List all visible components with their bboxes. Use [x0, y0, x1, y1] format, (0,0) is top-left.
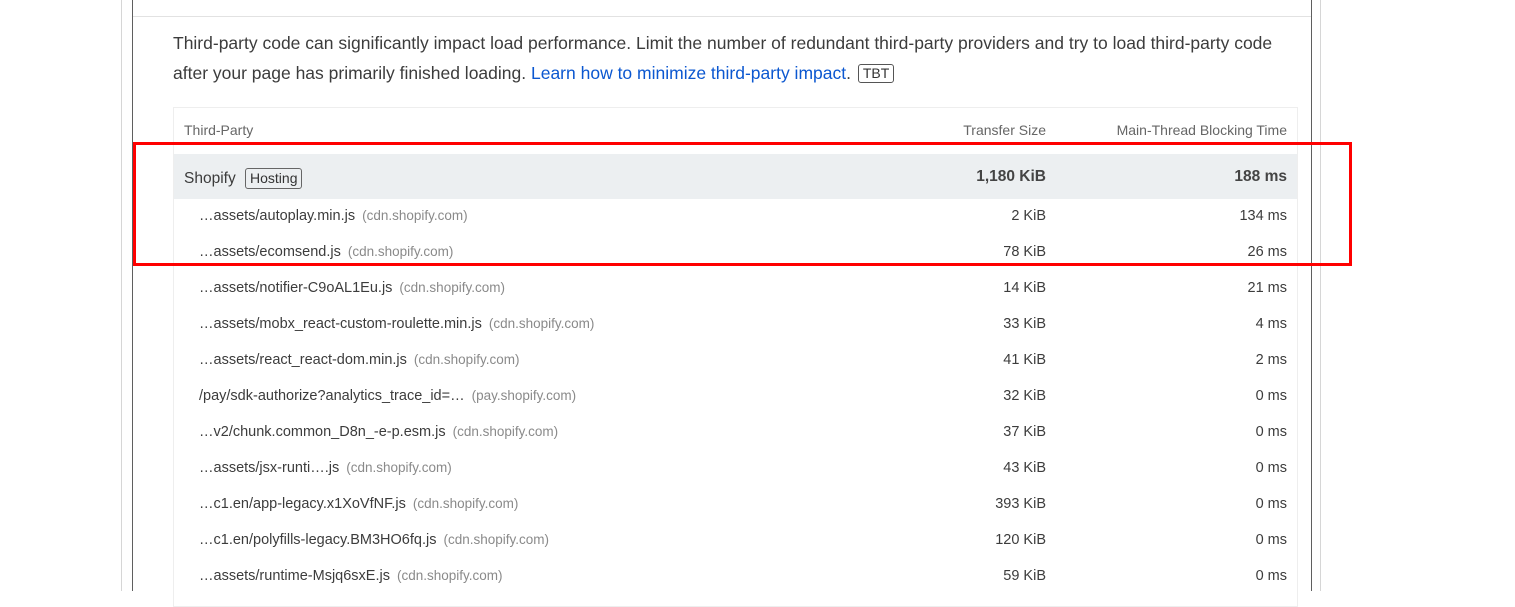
table-row[interactable]: …assets/mobx_react-custom-roulette.min.j… — [174, 307, 1297, 343]
row-blocking-time: 0 ms — [1255, 424, 1287, 440]
row-transfer-size: 59 KiB — [1003, 568, 1046, 584]
header-blocking-time: Main-Thread Blocking Time — [1116, 122, 1287, 138]
row-host: (cdn.shopify.com) — [488, 316, 595, 331]
row-url: …assets/jsx-runti….js (cdn.shopify.com) — [199, 460, 452, 476]
row-url-text: …v2/chunk.common_D8n_-e-p.esm.js — [199, 424, 446, 440]
row-host: (pay.shopify.com) — [471, 388, 577, 403]
row-blocking-time: 0 ms — [1255, 496, 1287, 512]
row-transfer-size: 33 KiB — [1003, 316, 1046, 332]
row-transfer-size: 120 KiB — [995, 532, 1046, 548]
learn-more-link[interactable]: Learn how to minimize third-party impact — [531, 63, 846, 83]
row-url: …assets/react_react-dom.min.js (cdn.shopi… — [199, 352, 519, 368]
row-transfer-size: 37 KiB — [1003, 424, 1046, 440]
panel-divider — [133, 16, 1311, 17]
row-url: …assets/ecomsend.js (cdn.shopify.com) — [199, 244, 453, 260]
row-host: (cdn.shopify.com) — [413, 352, 520, 367]
group-blocking-time: 188 ms — [1234, 168, 1287, 185]
row-host: (cdn.shopify.com) — [346, 460, 452, 475]
group-name: Shopify Hosting — [184, 168, 303, 189]
audit-description: Third-party code can significantly impac… — [173, 28, 1283, 88]
row-host: (cdn.shopify.com) — [347, 244, 454, 259]
row-blocking-time: 26 ms — [1247, 244, 1288, 260]
row-blocking-time: 0 ms — [1255, 568, 1287, 584]
group-name-label: Shopify — [184, 170, 236, 187]
row-url: …c1.en/app-legacy.x1XoVfNF.js (cdn.shopif… — [199, 496, 518, 512]
hosting-badge: Hosting — [245, 168, 303, 189]
row-blocking-time: 4 ms — [1255, 316, 1287, 332]
row-url-text: …assets/autoplay.min.js — [199, 208, 356, 224]
row-host: (cdn.shopify.com) — [399, 280, 505, 295]
row-host: (cdn.shopify.com) — [452, 424, 559, 439]
row-url-text: /pay/sdk-authorize?analytics_trace_id=… — [199, 388, 465, 404]
row-blocking-time: 21 ms — [1247, 280, 1288, 296]
row-transfer-size: 2 KiB — [1011, 208, 1046, 224]
row-host: (cdn.shopify.com) — [443, 532, 550, 547]
row-transfer-size: 14 KiB — [1003, 280, 1046, 296]
row-transfer-size: 78 KiB — [1003, 244, 1046, 260]
table-header: Third-Party Transfer Size Main-Thread Bl… — [174, 118, 1297, 144]
header-transfer-size: Transfer Size — [963, 122, 1046, 138]
table-row[interactable]: …assets/notifier-C9oAL1Eu.js (cdn.shopify… — [174, 271, 1297, 307]
row-url: …assets/autoplay.min.js (cdn.shopify.com) — [199, 208, 468, 224]
row-url-text: …assets/notifier-C9oAL1Eu.js — [199, 280, 393, 296]
audit-panel: Third-party code can significantly impac… — [132, 0, 1312, 607]
row-url: …v2/chunk.common_D8n_-e-p.esm.js (cdn.sho… — [199, 424, 558, 440]
row-url-text: …assets/runtime-Msjq6sxE.js — [199, 568, 390, 584]
row-host: (cdn.shopify.com) — [362, 208, 468, 223]
tbt-badge: TBT — [857, 64, 895, 83]
row-url: /pay/sdk-authorize?analytics_trace_id=… (… — [199, 388, 576, 404]
description-period: . — [846, 63, 851, 83]
row-blocking-time: 2 ms — [1255, 352, 1287, 368]
table-row[interactable]: …v2/chunk.common_D8n_-e-p.esm.js (cdn.sho… — [174, 415, 1297, 451]
row-url-text: …assets/react_react-dom.min.js — [199, 352, 407, 368]
row-transfer-size: 32 KiB — [1003, 388, 1046, 404]
header-third-party: Third-Party — [184, 122, 254, 138]
table-row[interactable]: …c1.en/app-legacy.x1XoVfNF.js (cdn.shopif… — [174, 487, 1297, 523]
row-blocking-time: 134 ms — [1239, 208, 1287, 224]
row-url: …assets/notifier-C9oAL1Eu.js (cdn.shopify… — [199, 280, 505, 296]
row-url: …assets/mobx_react-custom-roulette.min.j… — [199, 316, 594, 332]
row-host: (cdn.shopify.com) — [396, 568, 503, 583]
row-transfer-size: 393 KiB — [995, 496, 1046, 512]
row-blocking-time: 0 ms — [1255, 532, 1287, 548]
row-host: (cdn.shopify.com) — [412, 496, 519, 511]
row-url: …assets/runtime-Msjq6sxE.js (cdn.shopify.… — [199, 568, 503, 584]
table-row[interactable]: …assets/react_react-dom.min.js (cdn.shopi… — [174, 343, 1297, 379]
group-row-shopify[interactable]: Shopify Hosting 1,180 KiB 188 ms — [174, 154, 1297, 199]
row-transfer-size: 43 KiB — [1003, 460, 1046, 476]
row-url-text: …c1.en/app-legacy.x1XoVfNF.js — [199, 496, 406, 512]
table-row[interactable]: …assets/autoplay.min.js (cdn.shopify.com)… — [174, 199, 1297, 235]
row-url-text: …c1.en/polyfills-legacy.BM3HO6fq.js — [199, 532, 437, 548]
row-url-text: …assets/mobx_react-custom-roulette.min.j… — [199, 316, 482, 332]
row-url-text: …assets/jsx-runti….js — [199, 460, 340, 476]
row-transfer-size: 41 KiB — [1003, 352, 1046, 368]
group-transfer-size: 1,180 KiB — [976, 168, 1046, 185]
third-party-table: Third-Party Transfer Size Main-Thread Bl… — [173, 107, 1298, 607]
table-row[interactable]: …assets/jsx-runti….js (cdn.shopify.com) 43… — [174, 451, 1297, 487]
table-row[interactable]: …assets/ecomsend.js (cdn.shopify.com) 78 K… — [174, 235, 1297, 271]
table-row[interactable]: /pay/sdk-authorize?analytics_trace_id=… (… — [174, 379, 1297, 415]
table-row[interactable]: …c1.en/polyfills-legacy.BM3HO6fq.js (cdn.… — [174, 523, 1297, 559]
table-row[interactable]: …assets/runtime-Msjq6sxE.js (cdn.shopify.… — [174, 559, 1297, 595]
row-blocking-time: 0 ms — [1255, 460, 1287, 476]
row-blocking-time: 0 ms — [1255, 388, 1287, 404]
row-url-text: …assets/ecomsend.js — [199, 244, 341, 260]
row-url: …c1.en/polyfills-legacy.BM3HO6fq.js (cdn.… — [199, 532, 549, 548]
